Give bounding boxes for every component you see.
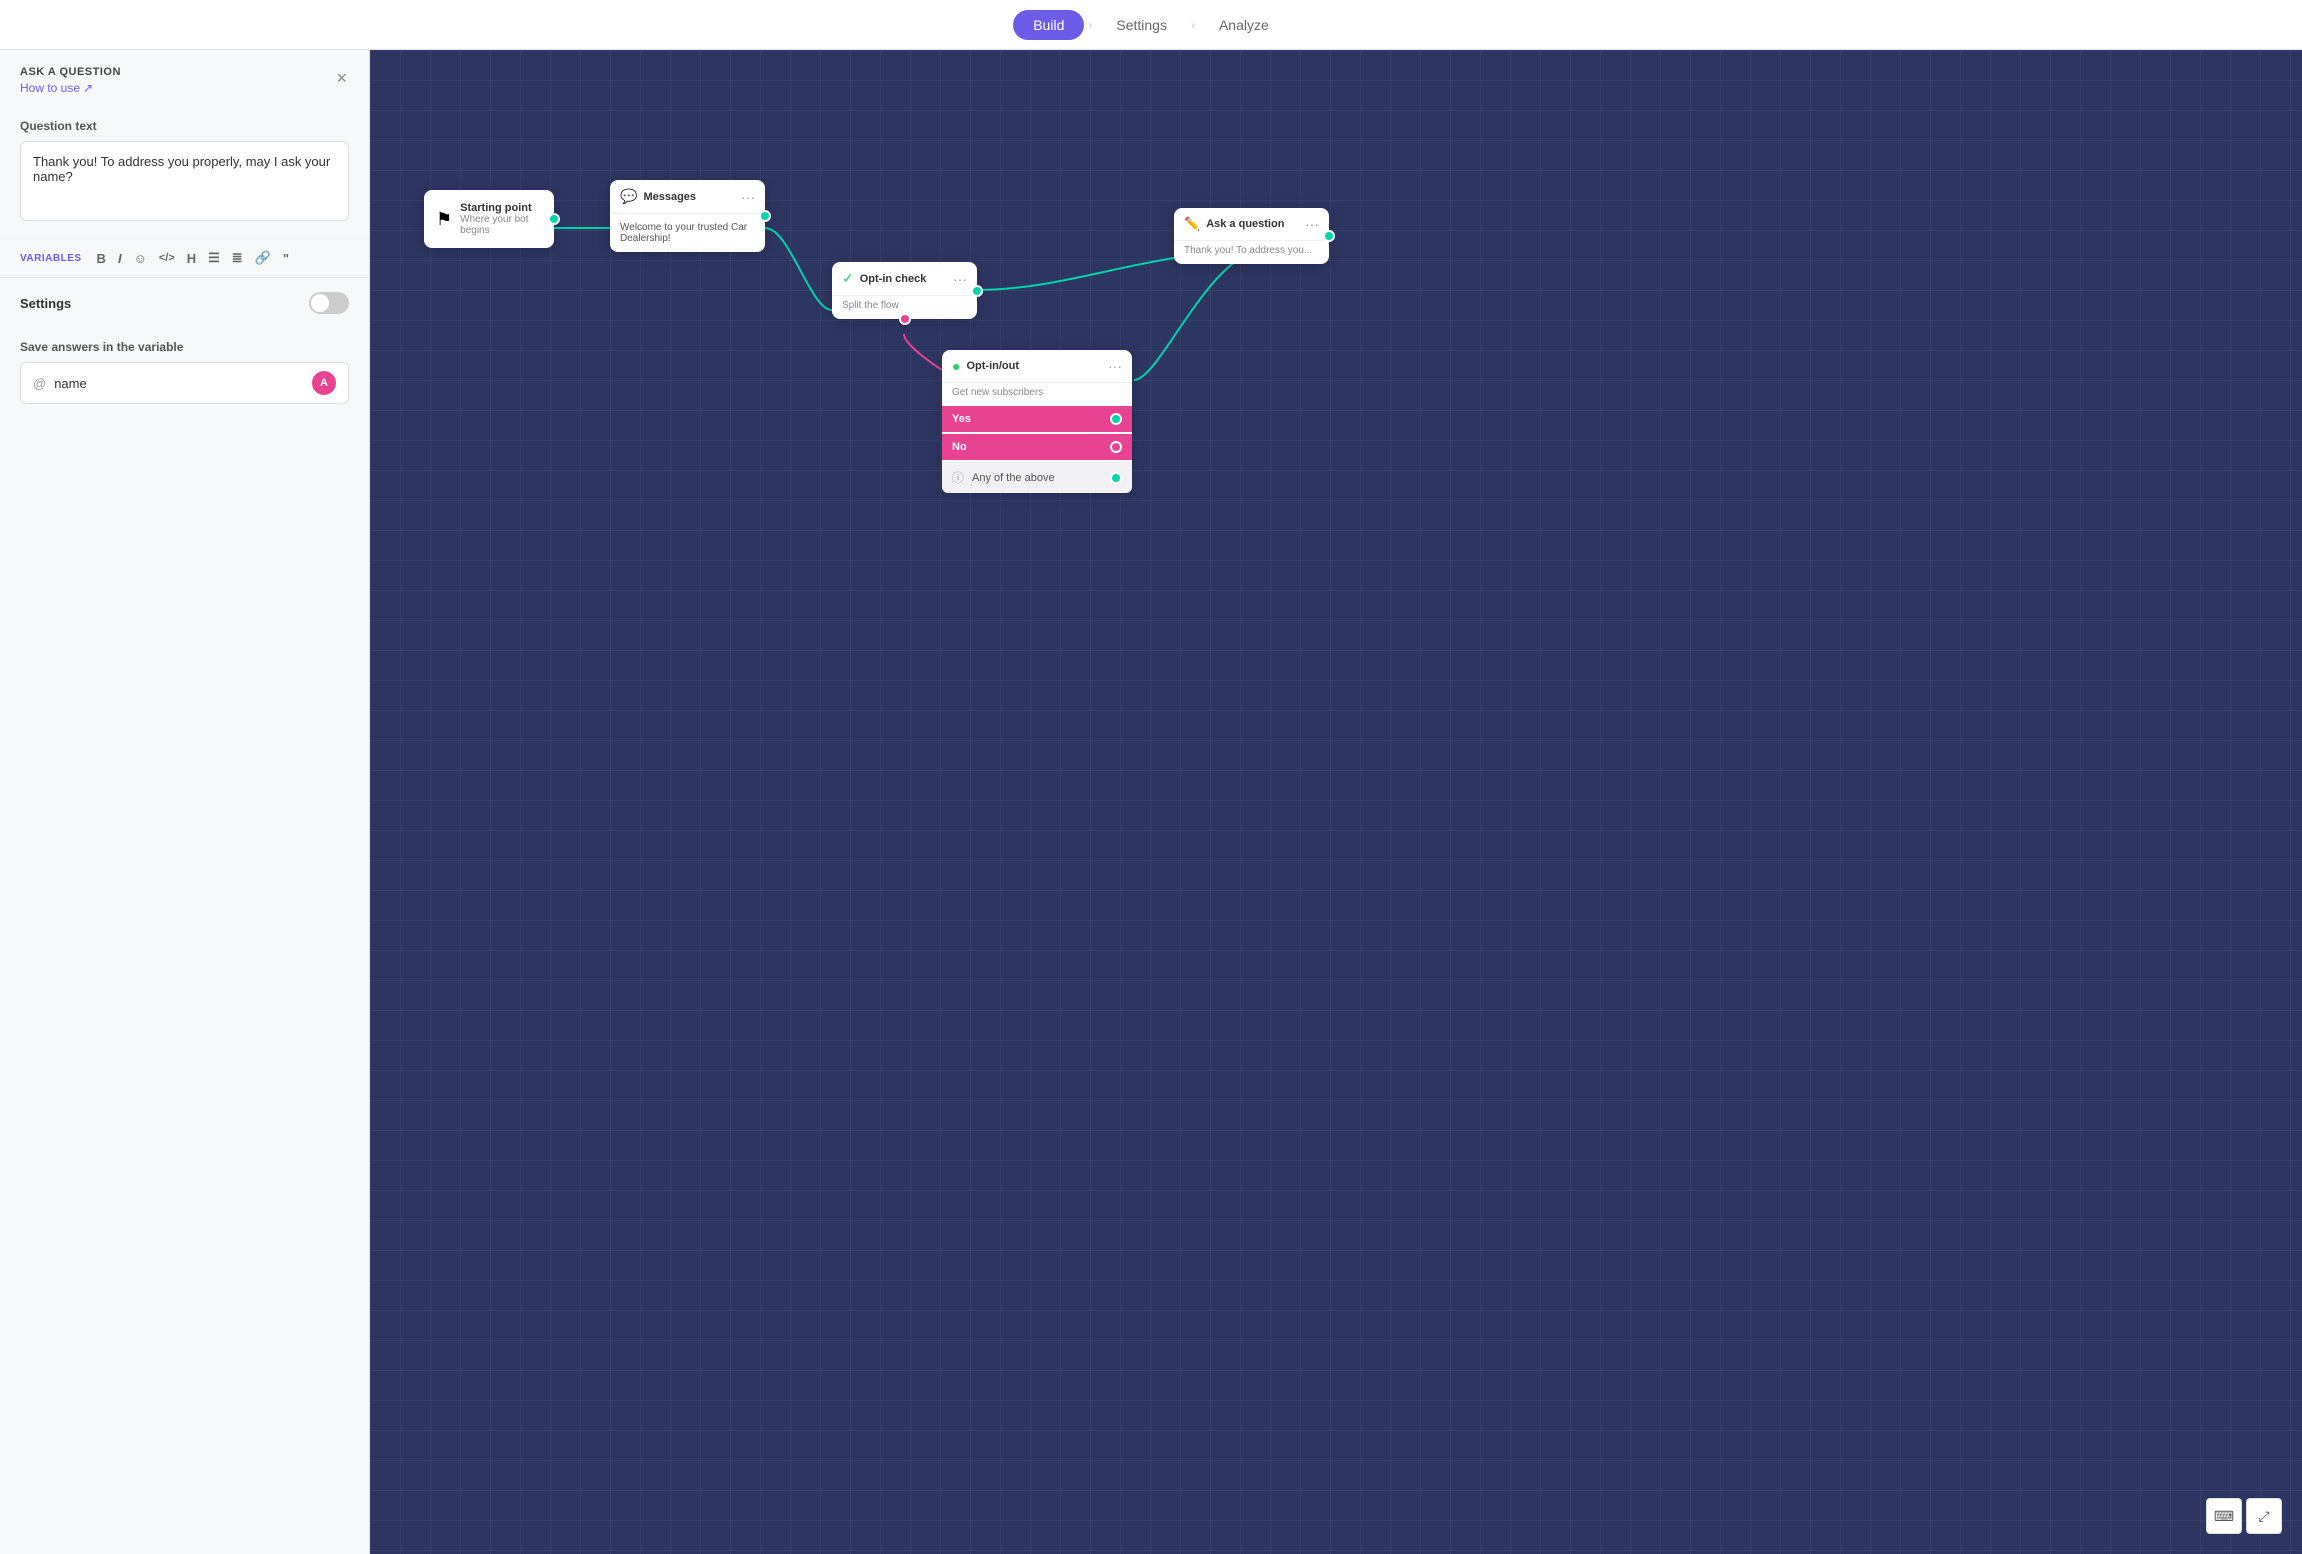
whatsapp-icon-2: ● <box>952 358 960 374</box>
emoji-button[interactable]: ☺ <box>129 248 152 269</box>
yes-output-dot <box>1110 413 1122 425</box>
ask-q-output-dot <box>1323 230 1335 242</box>
messages-output-dot <box>759 210 771 222</box>
opt-in-out-options: Yes No ⓘ Any of the above <box>942 406 1132 493</box>
heading-button[interactable]: H <box>182 248 201 269</box>
opt-in-out-header: ● Opt-in/out ··· <box>942 350 1132 383</box>
settings-label: Settings <box>20 296 71 311</box>
variable-name: name <box>54 376 304 391</box>
no-output-dot <box>1110 441 1122 453</box>
tab-analyze[interactable]: Analyze <box>1199 10 1289 40</box>
option-any[interactable]: ⓘ Any of the above <box>942 462 1132 493</box>
opt-check-bottom-dot <box>899 313 911 325</box>
panel-title-area: ASK A QUESTION How to use ↗ <box>20 66 121 95</box>
question-textarea[interactable]: Thank you! To address you properly, may … <box>20 141 349 221</box>
panel-header: ASK A QUESTION How to use ↗ × <box>0 50 369 107</box>
main-layout: ASK A QUESTION How to use ↗ × Question t… <box>0 50 2302 1554</box>
option-no[interactable]: No <box>942 434 1132 460</box>
how-to-use-link[interactable]: How to use ↗ <box>20 81 121 95</box>
tab-settings[interactable]: Settings <box>1096 10 1187 40</box>
ul-button[interactable]: ☰ <box>203 247 225 269</box>
option-yes[interactable]: Yes <box>942 406 1132 432</box>
save-answers-label: Save answers in the variable <box>20 340 349 354</box>
messages-body: Welcome to your trusted Car Dealership! <box>610 214 765 252</box>
settings-section: Settings <box>0 278 369 328</box>
at-sign: @ <box>33 376 46 391</box>
ask-q-title: Ask a question <box>1206 218 1284 230</box>
link-button[interactable]: 🔗 <box>250 247 276 269</box>
messages-title: Messages <box>643 191 696 203</box>
opt-in-out-menu-button[interactable]: ··· <box>1108 358 1122 374</box>
tab-build[interactable]: Build <box>1013 10 1084 40</box>
node-opt-check[interactable]: ✓ Opt-in check ··· Split the flow <box>832 262 977 319</box>
nav-tabs: Build › Settings › Analyze <box>1013 10 1289 40</box>
nav-sep-2: › <box>1191 18 1195 32</box>
expand-canvas-button[interactable]: ⤢ <box>2246 1498 2282 1534</box>
bold-button[interactable]: B <box>92 248 111 269</box>
starting-node-header: ⚑ Starting point Where your bot begins <box>436 202 542 236</box>
opt-check-header: ✓ Opt-in check ··· <box>832 262 977 296</box>
panel-title: ASK A QUESTION <box>20 66 121 78</box>
ask-q-body: Thank you! To address you... <box>1174 241 1329 264</box>
any-output-dot <box>1110 472 1122 484</box>
canvas-controls: ⌨ ⤢ <box>2206 1498 2282 1534</box>
settings-toggle[interactable] <box>309 292 349 314</box>
nav-sep-1: › <box>1088 18 1092 32</box>
opt-check-title: Opt-in check <box>860 273 927 285</box>
question-label: Question text <box>20 119 349 133</box>
italic-button[interactable]: I <box>113 248 127 269</box>
flow-canvas[interactable]: ⚑ Starting point Where your bot begins 💬… <box>370 50 2302 1554</box>
variable-input[interactable]: @ name A <box>20 362 349 404</box>
info-icon: ⓘ <box>952 469 964 486</box>
messages-node-header: 💬 Messages ··· <box>610 180 765 214</box>
external-link-icon: ↗ <box>83 81 93 95</box>
starting-point-title: Starting point <box>460 202 542 214</box>
keyboard-shortcut-button[interactable]: ⌨ <box>2206 1498 2242 1534</box>
chat-icon: 💬 <box>620 188 637 205</box>
node-opt-in-out[interactable]: ● Opt-in/out ··· Get new subscribers Yes… <box>942 350 1132 493</box>
save-answers-section: Save answers in the variable @ name A <box>0 328 369 416</box>
pencil-icon: ✏️ <box>1184 216 1200 232</box>
messages-menu-button[interactable]: ··· <box>741 189 755 205</box>
opt-in-out-subtitle: Get new subscribers <box>942 383 1132 406</box>
close-panel-button[interactable]: × <box>334 66 349 91</box>
code-button[interactable]: </> <box>154 249 180 267</box>
formatting-toolbar: VARIABLES B I ☺ </> H ☰ ≣ 🔗 " <box>0 238 369 278</box>
question-section: Question text Thank you! To address you … <box>0 107 369 238</box>
node-ask-question[interactable]: ✏️ Ask a question ··· Thank you! To addr… <box>1174 208 1329 264</box>
whatsapp-icon: ✓ <box>842 270 854 287</box>
left-panel: ASK A QUESTION How to use ↗ × Question t… <box>0 50 370 1554</box>
starting-point-output-dot <box>548 213 560 225</box>
starting-point-subtitle: Where your bot begins <box>460 214 542 236</box>
node-messages[interactable]: 💬 Messages ··· Welcome to your trusted C… <box>610 180 765 252</box>
quote-button[interactable]: " <box>278 248 294 269</box>
messages-text: Welcome to your trusted Car Dealership! <box>620 222 755 244</box>
ask-q-header: ✏️ Ask a question ··· <box>1174 208 1329 241</box>
user-avatar: A <box>312 371 336 395</box>
opt-check-right-dot <box>971 285 983 297</box>
canvas-grid <box>370 50 2302 1554</box>
flag-icon: ⚑ <box>436 209 452 230</box>
opt-check-menu-button[interactable]: ··· <box>953 271 967 287</box>
node-starting-point[interactable]: ⚑ Starting point Where your bot begins <box>424 190 554 248</box>
variables-label: VARIABLES <box>20 253 82 264</box>
ask-q-menu-button[interactable]: ··· <box>1305 216 1319 232</box>
ol-button[interactable]: ≣ <box>227 247 248 269</box>
top-nav: Build › Settings › Analyze <box>0 0 2302 50</box>
opt-in-out-title: Opt-in/out <box>966 360 1019 372</box>
